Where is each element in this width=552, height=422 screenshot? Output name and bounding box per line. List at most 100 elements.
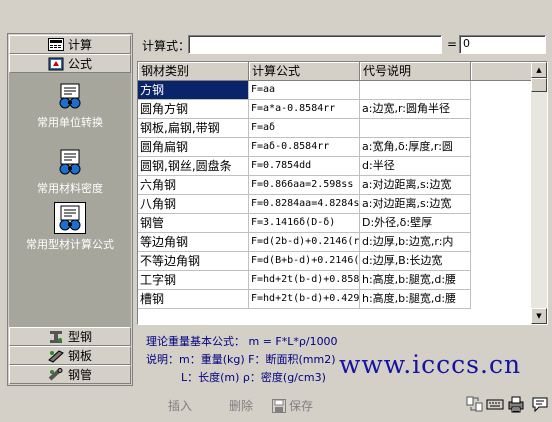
column-header-formula[interactable]: 计算公式 bbox=[249, 62, 360, 81]
formula-table: 钢材类别 计算公式 代号说明 方钢 F=aa 圆角方钢 F=a*a-0.8584rr a… bbox=[137, 61, 548, 325]
notes-line-1: 理论重量基本公式： m = F*L*ρ/1000 bbox=[146, 335, 338, 348]
table-cell-legend[interactable]: a:边宽,r:圆角半径 bbox=[360, 100, 471, 119]
print-icon[interactable] bbox=[507, 395, 525, 413]
tool-material-density-label: 常用材料密度 bbox=[37, 182, 103, 195]
table-cell-formula[interactable]: F=aa bbox=[249, 81, 360, 100]
table-cell-category[interactable]: 钢板,扁钢,带钢 bbox=[138, 119, 249, 138]
table-cell-category[interactable]: 工字钢 bbox=[138, 271, 249, 290]
keyboard-icon[interactable] bbox=[486, 395, 504, 413]
table-cell-category[interactable]: 方钢 bbox=[138, 81, 249, 100]
insert-label: 插入 bbox=[168, 399, 193, 413]
vertical-scrollbar[interactable]: ▲ ▼ bbox=[531, 62, 547, 324]
notes-line-2: 说明：m：重量(kg) F：断面积(mm2) bbox=[146, 353, 336, 366]
table-cell-formula[interactable]: F=hd+2t(b-d)+0.429 bbox=[249, 290, 360, 309]
equals-sign: = bbox=[447, 37, 458, 51]
watermark: www.icccs.cn bbox=[339, 350, 522, 379]
table-cell-formula[interactable]: F=0.866aa=2.598ss bbox=[249, 176, 360, 195]
table-row[interactable]: 不等边角钢 F=d(B+b-d)+0.2146(d:边厚,B:长边宽 bbox=[138, 252, 471, 271]
table-cell-legend[interactable]: a:对边距离,s:边宽 bbox=[360, 195, 471, 214]
table-cell-category[interactable]: 圆角方钢 bbox=[138, 100, 249, 119]
table-cell-category[interactable]: 六角钢 bbox=[138, 176, 249, 195]
save-label: 保存 bbox=[289, 399, 314, 413]
nav-tab-steel-plate[interactable]: 钢板 bbox=[9, 346, 131, 365]
table-row[interactable]: 钢管 F=3.1416δ(D-δ) D:外径,δ:壁厚 bbox=[138, 214, 471, 233]
table-cell-legend[interactable]: h:高度,b:腿宽,d:腰 bbox=[360, 290, 471, 309]
tool-panel: 常用单位转换 常用材料密度 常用型材计算公式 bbox=[9, 73, 131, 359]
scroll-down-button[interactable]: ▼ bbox=[531, 308, 547, 324]
table-cell-category[interactable]: 钢管 bbox=[138, 214, 249, 233]
table-cell-formula[interactable]: F=3.1416δ(D-δ) bbox=[249, 214, 360, 233]
table-cell-legend[interactable]: D:外径,δ:壁厚 bbox=[360, 214, 471, 233]
calculator-icon bbox=[47, 38, 64, 51]
column-header-legend[interactable]: 代号说明 bbox=[360, 62, 471, 81]
table-cell-legend[interactable]: d:半径 bbox=[360, 157, 471, 176]
table-cell-formula[interactable]: F=aδ bbox=[249, 119, 360, 138]
save-icon bbox=[272, 398, 286, 413]
table-row[interactable]: 等边角钢 F=d(2b-d)+0.2146(r d:边厚,b:边宽,r:内 bbox=[138, 233, 471, 252]
formula-book-icon bbox=[48, 57, 64, 70]
save-button[interactable]: 保存 bbox=[272, 397, 313, 414]
nav-tab-section-steel-label: 型钢 bbox=[67, 330, 92, 344]
table-row[interactable]: 圆钢,钢丝,圆盘条 F=0.7854dd d:半径 bbox=[138, 157, 471, 176]
transfer-icon[interactable] bbox=[466, 395, 484, 413]
table-row[interactable]: 钢板,扁钢,带钢 F=aδ bbox=[138, 119, 471, 138]
table-cell-category[interactable]: 等边角钢 bbox=[138, 233, 249, 252]
help-icon[interactable] bbox=[531, 395, 549, 413]
table-cell-category[interactable]: 圆角扁钢 bbox=[138, 138, 249, 157]
table-cell-category[interactable]: 八角钢 bbox=[138, 195, 249, 214]
table-cell-legend[interactable]: a:对边距离,s:边宽 bbox=[360, 176, 471, 195]
nav-tab-calculate[interactable]: 计算 bbox=[9, 35, 131, 54]
formula-input[interactable] bbox=[188, 35, 442, 54]
table-cell-legend[interactable] bbox=[360, 119, 471, 138]
table-cell-category[interactable]: 不等边角钢 bbox=[138, 252, 249, 271]
table-cell-legend[interactable]: h:高度,b:腿宽,d:腰 bbox=[360, 271, 471, 290]
formula-label: 计算式： bbox=[142, 39, 191, 53]
delete-label: 删除 bbox=[229, 399, 254, 413]
tool-profile-formula[interactable]: 常用型材计算公式 bbox=[9, 202, 131, 252]
result-field[interactable]: 0 bbox=[459, 35, 546, 54]
section-steel-icon bbox=[49, 330, 62, 343]
scroll-up-button[interactable]: ▲ bbox=[531, 62, 547, 78]
table-cell-formula[interactable]: F=d(B+b-d)+0.2146( bbox=[249, 252, 360, 271]
table-cell-formula[interactable]: F=d(2b-d)+0.2146(r bbox=[249, 233, 360, 252]
tool-unit-conversion-label: 常用单位转换 bbox=[37, 116, 103, 129]
table-cell-formula[interactable]: F=0.7854dd bbox=[249, 157, 360, 176]
nav-tab-steel-plate-label: 钢板 bbox=[67, 349, 92, 363]
table-row[interactable]: 圆角方钢 F=a*a-0.8584rr a:边宽,r:圆角半径 bbox=[138, 100, 471, 119]
table-cell-legend[interactable] bbox=[360, 81, 471, 100]
scroll-thumb[interactable] bbox=[531, 78, 547, 92]
material-density-icon bbox=[55, 147, 85, 177]
table-cell-legend[interactable]: a:宽角,δ:厚度,r:圆 bbox=[360, 138, 471, 157]
table-row[interactable]: 六角钢 F=0.866aa=2.598ss a:对边距离,s:边宽 bbox=[138, 176, 471, 195]
insert-button[interactable]: 插入 bbox=[168, 397, 192, 414]
table-cell-formula[interactable]: F=hd+2t(b-d)+0.858 bbox=[249, 271, 360, 290]
column-header-filler bbox=[471, 62, 533, 81]
nav-tab-formula[interactable]: 公式 bbox=[9, 54, 131, 73]
table-row[interactable]: 八角钢 F=0.8284aa=4.8284ss a:对边距离,s:边宽 bbox=[138, 195, 471, 214]
table-row[interactable]: 工字钢 F=hd+2t(b-d)+0.858 h:高度,b:腿宽,d:腰 bbox=[138, 271, 471, 290]
tool-profile-formula-label: 常用型材计算公式 bbox=[26, 238, 114, 251]
delete-button[interactable]: 删除 bbox=[229, 397, 253, 414]
table-cell-category[interactable]: 槽钢 bbox=[138, 290, 249, 309]
steel-pipe-icon bbox=[48, 367, 63, 380]
tool-unit-conversion[interactable]: 常用单位转换 bbox=[9, 81, 131, 130]
table-row[interactable]: 方钢 F=aa bbox=[138, 81, 471, 100]
nav-tab-section-steel[interactable]: 型钢 bbox=[9, 327, 131, 346]
table-cell-formula[interactable]: F=0.8284aa=4.8284ss bbox=[249, 195, 360, 214]
table-cell-formula[interactable]: F=a*a-0.8584rr bbox=[249, 100, 360, 119]
nav-tab-steel-pipe-label: 钢管 bbox=[67, 368, 92, 382]
nav-tab-steel-pipe[interactable]: 钢管 bbox=[9, 365, 131, 384]
table-cell-legend[interactable]: d:边厚,B:长边宽 bbox=[360, 252, 471, 271]
nav-tab-formula-label: 公式 bbox=[67, 57, 92, 71]
table-cell-formula[interactable]: F=aδ-0.8584rr bbox=[249, 138, 360, 157]
table-cell-category[interactable]: 圆钢,钢丝,圆盘条 bbox=[138, 157, 249, 176]
table-row[interactable]: 圆角扁钢 F=aδ-0.8584rr a:宽角,δ:厚度,r:圆 bbox=[138, 138, 471, 157]
unit-conversion-icon bbox=[55, 81, 85, 111]
steel-plate-icon bbox=[48, 349, 64, 363]
left-navigation: 计算 公式 常用单位转换 常用材料密度 常用型材计算公式 型钢 钢板 钢管 bbox=[7, 33, 133, 386]
tool-material-density[interactable]: 常用材料密度 bbox=[9, 147, 131, 196]
table-row[interactable]: 槽钢 F=hd+2t(b-d)+0.429 h:高度,b:腿宽,d:腰 bbox=[138, 290, 471, 309]
nav-tab-calculate-label: 计算 bbox=[67, 38, 92, 52]
column-header-category[interactable]: 钢材类别 bbox=[138, 62, 249, 81]
table-cell-legend[interactable]: d:边厚,b:边宽,r:内 bbox=[360, 233, 471, 252]
